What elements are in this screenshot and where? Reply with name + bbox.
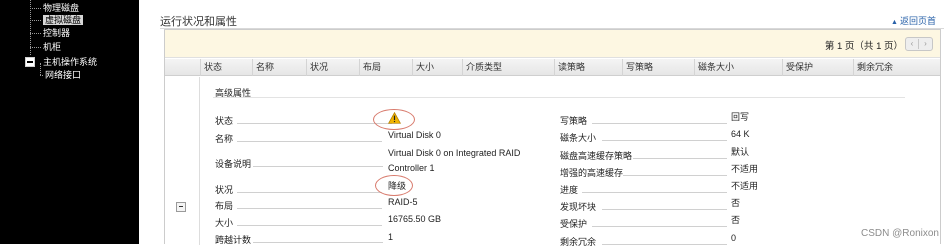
leader-line xyxy=(237,192,382,193)
prop-label-disk-cache-policy: 磁盘高速缓存策略 xyxy=(560,151,633,161)
column-header-name[interactable]: 名称 xyxy=(252,59,306,76)
prop-value-bad-blocks: 否 xyxy=(731,198,741,208)
sidebar-tree: 物理磁盘 虚拟磁盘 控制器 机柜 主机操作系统 网络接口 xyxy=(0,0,139,244)
leader-line xyxy=(592,226,727,227)
prop-label-name: 名称 xyxy=(215,134,234,144)
leader-line xyxy=(253,242,383,243)
prop-value-size: 16765.50 GB xyxy=(388,214,442,224)
column-header-layout[interactable]: 布局 xyxy=(359,59,412,76)
prop-value-device-description-line1: Virtual Disk 0 on Integrated RAID xyxy=(388,148,521,158)
pager-bar: 第 1 页（共 1 页） ‹ › xyxy=(165,30,940,58)
sidebar-item-controller[interactable]: 控制器 xyxy=(30,27,70,39)
prop-label-stripe-size: 磁条大小 xyxy=(560,133,597,143)
back-to-top-link[interactable]: ▲ 返回页首 xyxy=(891,14,936,27)
column-header-status[interactable]: 状态 xyxy=(200,59,252,76)
virtual-disk-panel: 第 1 页（共 1 页） ‹ › 状态 名称 状况 布局 大小 介质类型 读策略… xyxy=(164,29,941,247)
sidebar-item-label: 网络接口 xyxy=(45,70,82,80)
sidebar-item-label: 物理磁盘 xyxy=(43,3,80,13)
sidebar-item-network-interface[interactable]: 网络接口 xyxy=(40,69,81,81)
leader-line xyxy=(602,209,727,210)
leader-line xyxy=(237,141,382,142)
page-indicator: 第 1 页（共 1 页） xyxy=(824,41,903,52)
collapse-toggle-icon[interactable] xyxy=(25,57,35,67)
prop-value-span-count: 1 xyxy=(388,232,394,242)
sidebar-item-label: 机柜 xyxy=(43,42,62,52)
prop-value-enhanced-cache: 不适用 xyxy=(731,164,759,174)
table-header: 状态 名称 状况 布局 大小 介质类型 读策略 写策略 磁条大小 受保护 剩余冗… xyxy=(165,59,940,76)
prop-value-stripe-size: 64 K xyxy=(731,129,750,139)
column-header-stripe-size[interactable]: 磁条大小 xyxy=(694,59,782,76)
sidebar-item-label: 控制器 xyxy=(43,28,71,38)
prop-label-condition: 状况 xyxy=(215,185,234,195)
column-header-remaining-redundancy[interactable]: 剩余冗余 xyxy=(853,59,940,76)
prop-label-size: 大小 xyxy=(215,218,234,228)
prop-label-remaining-redundancy: 剩余冗余 xyxy=(560,237,597,247)
column-header-media-type[interactable]: 介质类型 xyxy=(462,59,554,76)
leader-line xyxy=(237,208,382,209)
page-title: 运行状况和属性 xyxy=(160,16,237,28)
prop-label-bad-blocks: 发现坏块 xyxy=(560,202,597,212)
leader-line xyxy=(592,123,727,124)
triangle-up-icon: ▲ xyxy=(891,19,898,26)
pager-buttons: ‹ › xyxy=(905,37,933,51)
back-to-top-label: 返回页首 xyxy=(899,16,936,26)
column-header-condition[interactable]: 状况 xyxy=(306,59,359,76)
sidebar-item-physical-disk[interactable]: 物理磁盘 xyxy=(30,2,79,14)
sidebar-item-enclosure[interactable]: 机柜 xyxy=(30,41,61,53)
prev-page-button[interactable]: ‹ xyxy=(906,39,919,49)
leader-line xyxy=(623,175,727,176)
prop-value-device-description-line2: Controller 1 xyxy=(388,163,435,173)
column-header-write-policy[interactable]: 写策略 xyxy=(622,59,694,76)
divider xyxy=(213,97,905,98)
prop-value-protected: 否 xyxy=(731,215,741,225)
leader-line xyxy=(602,244,727,245)
prop-label-write-policy: 写策略 xyxy=(560,116,588,126)
prop-value-remaining-redundancy: 0 xyxy=(731,233,737,243)
sidebar-item-host-os[interactable]: 主机操作系统 xyxy=(43,56,97,68)
next-page-button[interactable]: › xyxy=(919,39,932,49)
prop-label-device-description: 设备说明 xyxy=(215,159,252,169)
main-content: 运行状况和属性 ▲ 返回页首 第 1 页（共 1 页） ‹ › 状态 名称 状况 … xyxy=(139,0,945,247)
prop-label-progress: 进度 xyxy=(560,185,579,195)
prop-label-span-count: 跨越计数 xyxy=(215,235,252,245)
highlight-ellipse xyxy=(373,109,415,130)
row-gutter xyxy=(165,77,200,245)
prop-label-layout: 布局 xyxy=(215,201,234,211)
prop-label-status: 状态 xyxy=(215,116,234,126)
leader-line xyxy=(253,166,383,167)
leader-line xyxy=(633,158,727,159)
sidebar-item-label: 虚拟磁盘 xyxy=(43,15,84,25)
watermark: CSDN @Ronixon xyxy=(861,228,939,239)
prop-value-progress: 不适用 xyxy=(731,181,759,191)
prop-label-protected: 受保护 xyxy=(560,219,588,229)
leader-line xyxy=(237,225,382,226)
collapse-row-icon[interactable] xyxy=(176,202,186,212)
prop-value-write-policy: 回写 xyxy=(731,112,750,122)
column-header-size[interactable]: 大小 xyxy=(412,59,462,76)
leader-line xyxy=(602,140,727,141)
prop-value-disk-cache-policy: 默认 xyxy=(731,147,750,157)
column-header-read-policy[interactable]: 读策略 xyxy=(554,59,622,76)
sidebar-item-virtual-disk[interactable]: 虚拟磁盘 xyxy=(30,14,84,26)
column-header-protected[interactable]: 受保护 xyxy=(782,59,853,76)
prop-value-name: Virtual Disk 0 xyxy=(388,130,441,140)
prop-value-layout: RAID-5 xyxy=(388,197,418,207)
prop-label-enhanced-cache: 增强的高速缓存 xyxy=(560,168,624,178)
sidebar-item-label: 主机操作系统 xyxy=(43,57,98,67)
leader-line xyxy=(237,123,392,124)
highlight-ellipse xyxy=(375,175,413,196)
leader-line xyxy=(582,192,727,193)
